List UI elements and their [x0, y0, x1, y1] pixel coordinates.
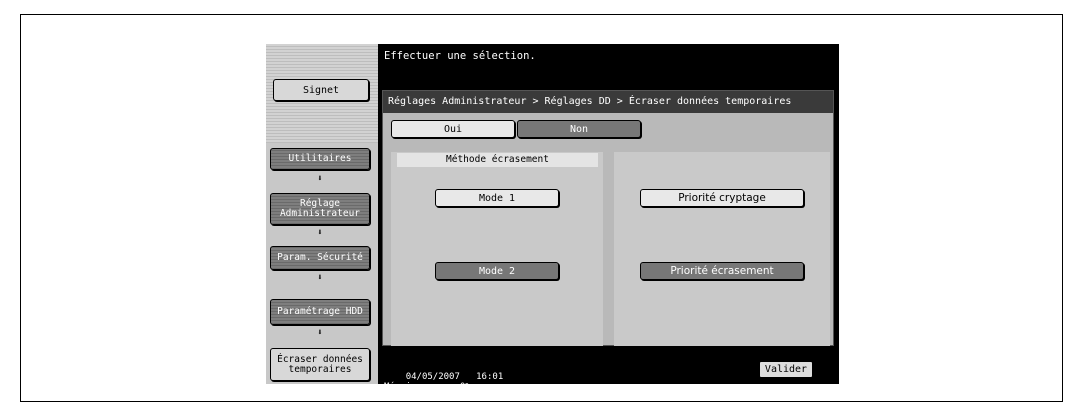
- mode-1-button[interactable]: Mode 1: [435, 189, 559, 207]
- down-arrow-icon: ⬇: [317, 273, 323, 283]
- mode-2-label: Mode 2: [478, 265, 516, 277]
- oui-button[interactable]: Oui: [391, 120, 515, 138]
- nav-label: Utilitaires: [288, 153, 352, 164]
- priorite-ecrasement-label: Priorité écrasement: [670, 265, 774, 277]
- priorite-cryptage-label: Priorité cryptage: [678, 192, 766, 204]
- signet-label: Signet: [302, 84, 340, 96]
- settings-panel: Réglages Administrateur > Réglages DD > …: [382, 90, 834, 346]
- nav-utilitaires[interactable]: Utilitaires: [270, 148, 370, 170]
- non-label: Non: [569, 123, 589, 135]
- breadcrumb: Réglages Administrateur > Réglages DD > …: [383, 91, 833, 113]
- method-label: Méthode écrasement: [397, 153, 598, 167]
- nav-reglage-administrateur[interactable]: Réglage Administrateur: [270, 193, 370, 225]
- memory-value: 0%: [459, 382, 471, 392]
- valider-label: Valider: [764, 364, 808, 375]
- down-arrow-icon: ⬇: [317, 174, 323, 184]
- valider-button[interactable]: Valider: [758, 360, 814, 379]
- control-panel-screen: Signet Utilitaires ⬇ Réglage Administrat…: [266, 44, 839, 392]
- mode-1-label: Mode 1: [478, 192, 516, 204]
- nav-label: Param. Sécurité: [277, 252, 363, 263]
- priorite-cryptage-button[interactable]: Priorité cryptage: [640, 189, 804, 207]
- status-date: 04/05/2007: [405, 372, 460, 382]
- instruction-message: Effectuer une sélection.: [384, 50, 536, 62]
- status-time: 16:01: [476, 372, 504, 382]
- nav-ecraser-donnees[interactable]: Écraser données temporaires: [270, 348, 370, 381]
- priorite-ecrasement-button[interactable]: Priorité écrasement: [640, 262, 804, 280]
- memory-label: Mémoire: [384, 382, 422, 392]
- non-button[interactable]: Non: [517, 120, 641, 138]
- down-arrow-icon: ⬇: [317, 328, 323, 338]
- mode-2-button[interactable]: Mode 2: [435, 262, 559, 280]
- nav-parametrage-hdd[interactable]: Paramétrage HDD: [270, 299, 370, 325]
- nav-label: Réglage Administrateur: [279, 198, 361, 219]
- status-bar: 04/05/2007 16:01 Mémoire 0%: [384, 362, 503, 402]
- method-box: [391, 152, 603, 346]
- oui-label: Oui: [443, 123, 463, 135]
- nav-label: Écraser données temporaires: [277, 353, 363, 375]
- down-arrow-icon: ⬇: [317, 228, 323, 238]
- nav-label: Paramétrage HDD: [277, 306, 363, 317]
- left-column: Signet Utilitaires ⬇ Réglage Administrat…: [266, 44, 378, 384]
- priority-box: [614, 152, 830, 346]
- nav-param-securite[interactable]: Param. Sécurité: [270, 246, 370, 270]
- signet-button[interactable]: Signet: [273, 79, 369, 101]
